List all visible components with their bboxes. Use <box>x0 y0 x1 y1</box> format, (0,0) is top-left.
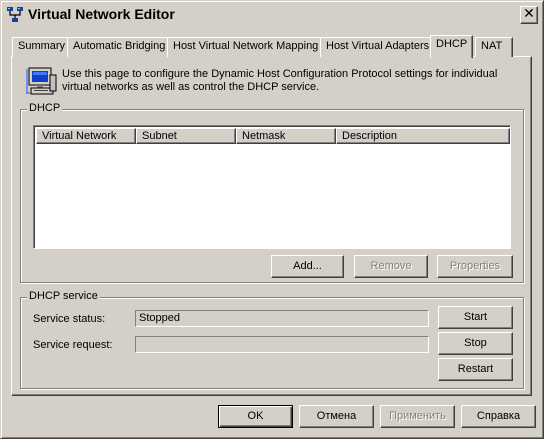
tab-automatic-bridging[interactable]: Automatic Bridging <box>67 37 172 57</box>
service-status-label: Service status: <box>33 313 106 325</box>
title-bar[interactable]: Virtual Network Editor ✕ <box>4 4 540 26</box>
help-button-label: Справка <box>476 410 521 422</box>
properties-button-label: Properties <box>449 260 501 272</box>
service-request-field <box>135 336 429 353</box>
list-header: Virtual Network Subnet Netmask Descripti… <box>36 128 510 144</box>
apply-button-label: Применить <box>389 410 446 422</box>
ok-button-label: OK <box>247 410 264 422</box>
service-status-field: Stopped <box>135 310 429 327</box>
computer-icon <box>26 67 57 95</box>
cancel-button-label: Отмена <box>316 410 357 422</box>
start-button[interactable]: Start <box>438 306 513 329</box>
tab-host-virtual-network-mapping[interactable]: Host Virtual Network Mapping <box>167 37 325 57</box>
start-button-label: Start <box>463 311 488 323</box>
tab-host-virtual-adapters[interactable]: Host Virtual Adapters <box>320 37 436 57</box>
dhcp-group-legend: DHCP <box>27 102 63 114</box>
apply-button[interactable]: Применить <box>380 405 455 428</box>
dhcp-tab-panel: Use this page to configure the Dynamic H… <box>11 56 532 396</box>
ok-button[interactable]: OK <box>218 405 293 428</box>
tab-summary[interactable]: Summary <box>12 37 72 57</box>
close-button[interactable]: ✕ <box>520 6 538 24</box>
column-description[interactable]: Description <box>336 128 510 144</box>
stop-button[interactable]: Stop <box>438 332 513 355</box>
dhcp-group: DHCP Virtual Network Subnet Netmask Desc… <box>20 102 524 283</box>
close-icon: ✕ <box>523 6 535 22</box>
help-button[interactable]: Справка <box>461 405 536 428</box>
add-button-label: Add... <box>293 260 322 272</box>
remove-button[interactable]: Remove <box>354 255 428 278</box>
column-netmask[interactable]: Netmask <box>236 128 336 144</box>
window-title: Virtual Network Editor <box>28 6 175 22</box>
tab-dhcp[interactable]: DHCP <box>430 35 474 58</box>
restart-button[interactable]: Restart <box>438 358 513 381</box>
remove-button-label: Remove <box>370 260 412 272</box>
tab-nat[interactable]: NAT <box>475 37 513 57</box>
stop-button-label: Stop <box>464 337 487 349</box>
dhcp-network-list[interactable]: Virtual Network Subnet Netmask Descripti… <box>33 125 511 249</box>
add-button[interactable]: Add... <box>271 255 344 278</box>
virtual-network-editor-window: Virtual Network Editor ✕ Use this page t… <box>0 0 544 439</box>
cancel-button[interactable]: Отмена <box>299 405 374 428</box>
info-text: Use this page to configure the Dynamic H… <box>62 68 498 93</box>
column-virtual-network[interactable]: Virtual Network <box>36 128 136 144</box>
column-subnet[interactable]: Subnet <box>136 128 236 144</box>
service-status-value: Stopped <box>139 312 180 324</box>
dhcp-service-legend: DHCP service <box>27 290 100 302</box>
properties-button[interactable]: Properties <box>437 255 513 278</box>
service-request-label: Service request: <box>33 339 113 351</box>
network-icon <box>7 7 23 22</box>
dhcp-service-group: DHCP service Service status: Stopped Ser… <box>20 290 524 389</box>
restart-button-label: Restart <box>457 363 494 375</box>
